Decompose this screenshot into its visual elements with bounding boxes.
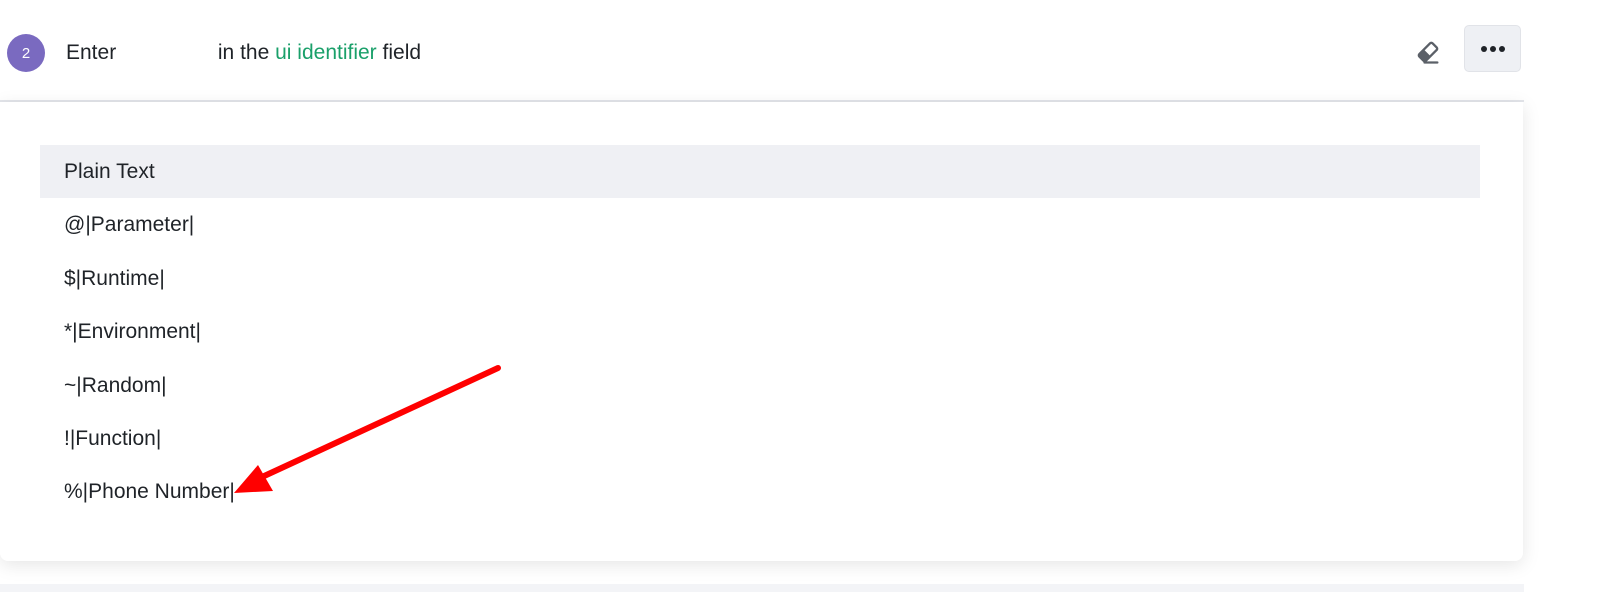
option-plain-text[interactable]: Plain Text (40, 145, 1480, 199)
ui-identifier-link[interactable]: ui identifier (275, 41, 377, 64)
value-type-dropdown: Plain Text @|Parameter| $|Runtime| *|Env… (0, 102, 1523, 561)
page: 2 Enter in the ui identifier field Plain… (0, 0, 1600, 603)
step-description: Enter in the ui identifier field (66, 38, 422, 69)
next-step-edge (0, 584, 1524, 592)
step-number-badge: 2 (7, 34, 45, 72)
ellipsis-icon (1480, 45, 1505, 52)
step-verb: Enter (66, 41, 117, 64)
step-row: 2 Enter in the ui identifier field (0, 0, 1556, 102)
step-value-input[interactable] (126, 38, 209, 69)
option-runtime[interactable]: $|Runtime| (40, 252, 1480, 305)
more-options-button[interactable] (1464, 25, 1521, 72)
option-environment[interactable]: *|Environment| (40, 305, 1480, 358)
step-suffix-text: field (382, 41, 422, 64)
step-middle-text: in the (217, 41, 270, 64)
eraser-icon (1417, 41, 1439, 64)
step-number: 2 (21, 44, 31, 62)
option-function[interactable]: !|Function| (40, 412, 1480, 465)
value-type-options: Plain Text @|Parameter| $|Runtime| *|Env… (40, 145, 1480, 519)
option-phone-number[interactable]: %|Phone Number| (40, 465, 1480, 518)
option-random[interactable]: ~|Random| (40, 359, 1480, 412)
clear-button[interactable] (1412, 36, 1444, 68)
option-parameter[interactable]: @|Parameter| (40, 198, 1480, 251)
